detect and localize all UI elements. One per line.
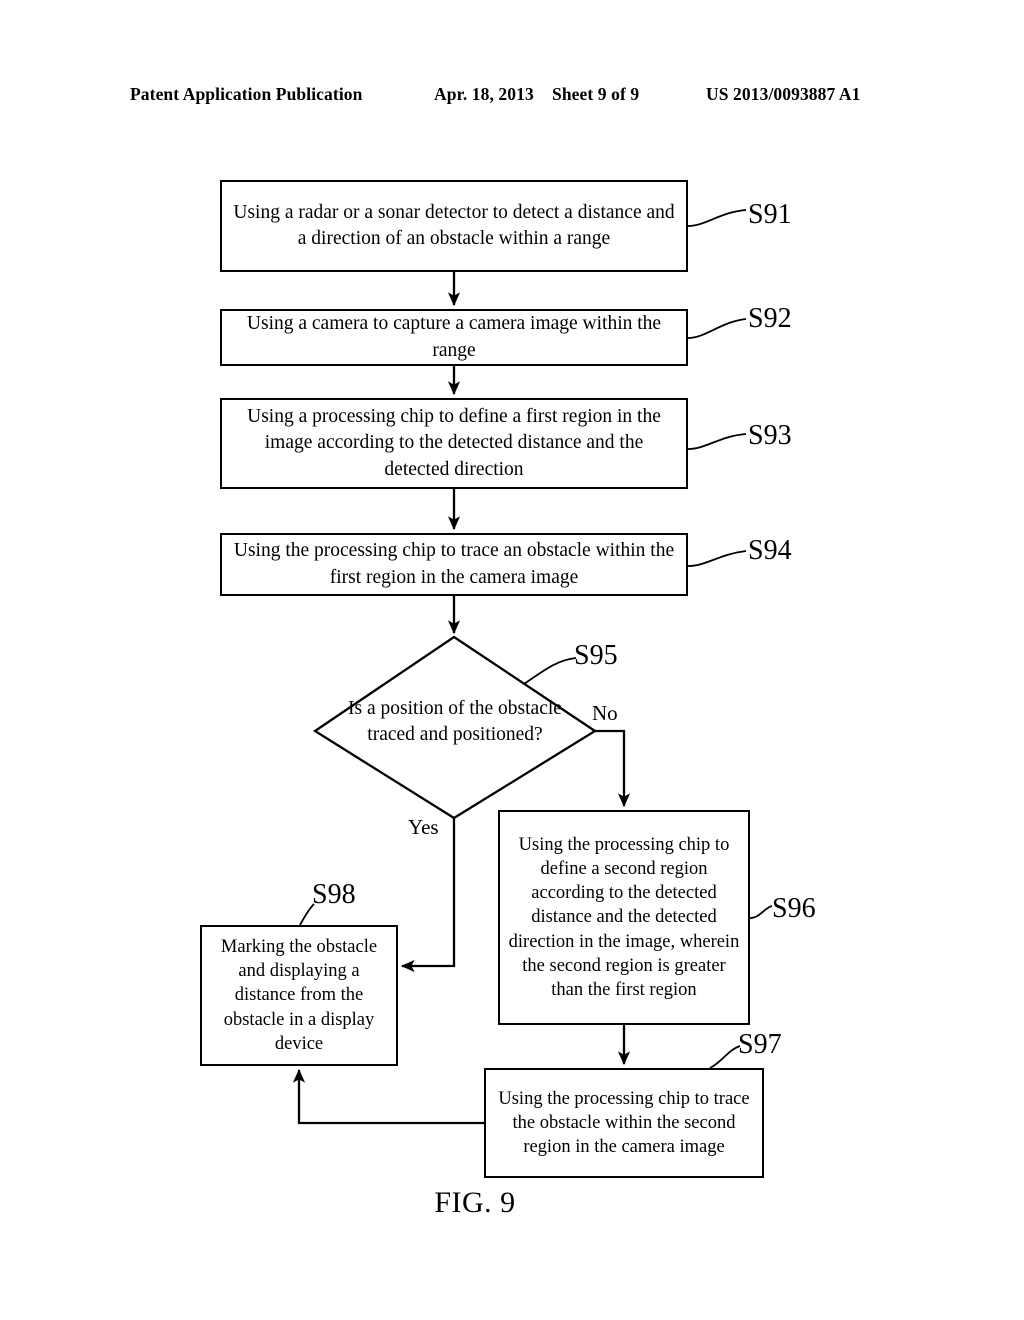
step-ref-s98: S98 [312, 879, 356, 910]
flowchart-diagram: Using a radar or a sonar detector to det… [0, 0, 1024, 1320]
leader-line-s95 [523, 657, 577, 685]
step-ref-s92: S92 [748, 303, 792, 334]
flow-node-s95-text-wrapper[interactable]: Is a position of the obstacle traced and… [334, 696, 576, 748]
flow-node-s92[interactable]: Using a camera to capture a camera image… [220, 309, 688, 366]
flow-node-s98[interactable]: Marking the obstacle and displaying a di… [200, 925, 398, 1066]
flow-node-s96[interactable]: Using the processing chip to define a se… [498, 810, 750, 1025]
flow-node-s94[interactable]: Using the processing chip to trace an ob… [220, 533, 688, 596]
step-ref-s94: S94 [748, 535, 792, 566]
connector-s97-s98 [292, 1068, 484, 1125]
branch-label-no: No [592, 701, 618, 725]
flow-node-s92-text: Using a camera to capture a camera image… [246, 313, 662, 361]
branch-label-yes: Yes [408, 815, 439, 839]
flow-node-s95-text: Is a position of the obstacle traced and… [348, 698, 562, 746]
flow-node-s91[interactable]: Using a radar or a sonar detector to det… [220, 180, 688, 272]
flow-node-s91-text: Using a radar or a sonar detector to det… [233, 201, 675, 249]
flow-node-s94-text: Using the processing chip to trace an ob… [233, 540, 675, 588]
leader-line-s96 [749, 905, 773, 919]
flow-node-s97-text: Using the processing chip to trace the o… [498, 1088, 750, 1158]
leader-line-s92 [687, 318, 747, 339]
flow-node-s96-text: Using the processing chip to define a se… [508, 834, 740, 1001]
flow-node-s98-text: Marking the obstacle and displaying a di… [220, 936, 378, 1054]
step-ref-s96: S96 [772, 893, 816, 924]
leader-line-s97 [709, 1045, 741, 1069]
leader-line-s91 [687, 209, 747, 227]
step-ref-s93: S93 [748, 420, 792, 451]
connector-s95-no-s96 [595, 729, 631, 808]
leader-line-s94 [687, 550, 747, 567]
leader-line-s93 [687, 433, 747, 450]
step-ref-s95: S95 [574, 640, 618, 671]
connector-s95-yes-s98 [400, 818, 456, 973]
flow-node-s93-text: Using a processing chip to define a firs… [247, 406, 661, 480]
figure-caption: FIG. 9 [0, 1186, 1024, 1220]
step-ref-s97: S97 [738, 1029, 782, 1060]
flow-node-s93[interactable]: Using a processing chip to define a firs… [220, 398, 688, 489]
flow-node-s97[interactable]: Using the processing chip to trace the o… [484, 1068, 764, 1178]
figure-caption-text: FIG. 9 [434, 1186, 516, 1219]
step-ref-s91: S91 [748, 199, 792, 230]
